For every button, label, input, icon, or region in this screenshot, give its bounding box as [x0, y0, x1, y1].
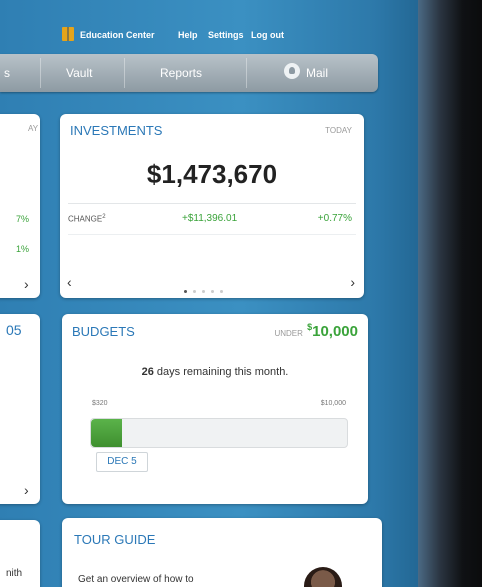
days-remaining-number: 26 — [141, 366, 154, 378]
nav-divider — [246, 58, 247, 88]
investments-total: $1,473,670 — [146, 159, 278, 189]
page-dot[interactable] — [193, 290, 196, 293]
page-dot[interactable] — [220, 290, 223, 293]
chevron-right-icon[interactable]: › — [350, 274, 355, 290]
investments-card[interactable]: INVESTMENTS TODAY $1,473,670 CHANGE2 +$1… — [60, 114, 364, 298]
nav-tab-mail[interactable]: Mail — [306, 66, 328, 80]
logout-link[interactable]: Log out — [251, 30, 284, 40]
change-percent: +0.77% — [317, 213, 352, 224]
tour-guide-title: TOUR GUIDE — [74, 532, 156, 547]
app-screen: Education Center Help Settings Log out s… — [0, 0, 440, 587]
budget-progress-bar — [90, 418, 348, 448]
budget-progress-fill — [91, 419, 122, 447]
mail-icon — [284, 63, 300, 79]
days-remaining-text: 26 days remaining this month. — [62, 366, 368, 378]
budget-under-amount-group: UNDER $10,000 — [274, 322, 358, 340]
pagination-dots[interactable] — [184, 280, 229, 298]
education-book-icon — [62, 27, 74, 41]
current-date-tag: DEC 5 — [96, 452, 148, 472]
limit-label: $10,000 — [320, 400, 346, 407]
device-bezel — [418, 0, 482, 587]
divider — [68, 234, 356, 235]
change-label-group: CHANGE2 — [68, 214, 106, 224]
budgets-card[interactable]: BUDGETS UNDER $10,000 26 days remaining … — [62, 314, 368, 504]
investments-today-label: TODAY — [325, 126, 352, 135]
chevron-left-icon[interactable]: ‹ — [67, 274, 72, 290]
main-navigation: s Vault Reports Mail — [0, 54, 378, 92]
partial-card-top-left: AY 7% 1% › — [0, 114, 40, 298]
spent-label: $320 — [92, 400, 108, 407]
under-amount: 10,000 — [312, 323, 358, 340]
partial-number: 05 — [6, 322, 22, 338]
partial-percent-2: 1% — [16, 244, 30, 254]
page-dot[interactable] — [184, 290, 187, 293]
help-link[interactable]: Help — [178, 30, 198, 40]
budgets-title: BUDGETS — [72, 324, 135, 339]
chevron-right-icon[interactable]: › — [24, 482, 29, 498]
nav-tab-vault[interactable]: Vault — [66, 66, 92, 80]
change-footnote: 2 — [102, 214, 106, 220]
partial-today-label: AY — [28, 124, 39, 133]
page-dot[interactable] — [211, 290, 214, 293]
nav-tab-partial[interactable]: s — [4, 66, 10, 80]
partial-card-middle-left: 05 › — [0, 314, 40, 504]
top-utility-bar: Education Center Help Settings Log out — [0, 22, 440, 50]
page-dot[interactable] — [202, 290, 205, 293]
nav-divider — [40, 58, 41, 88]
partial-bottom-text: nith — [6, 568, 23, 579]
investments-title: INVESTMENTS — [70, 123, 163, 138]
settings-link[interactable]: Settings — [208, 30, 244, 40]
chevron-right-icon[interactable]: › — [24, 276, 29, 292]
divider — [68, 203, 356, 204]
nav-tab-reports[interactable]: Reports — [160, 66, 202, 80]
under-label: UNDER — [274, 329, 303, 338]
change-amount: +$11,396.01 — [182, 213, 238, 224]
education-center-link[interactable]: Education Center — [80, 30, 155, 40]
change-label: CHANGE — [68, 214, 103, 224]
days-remaining-label: days remaining this month. — [153, 366, 289, 378]
tour-guide-text: Get an overview of how to — [78, 574, 194, 585]
partial-card-bottom-left: nith — [0, 520, 40, 587]
nav-divider — [124, 58, 125, 88]
partial-percent-1: 7% — [16, 214, 30, 224]
